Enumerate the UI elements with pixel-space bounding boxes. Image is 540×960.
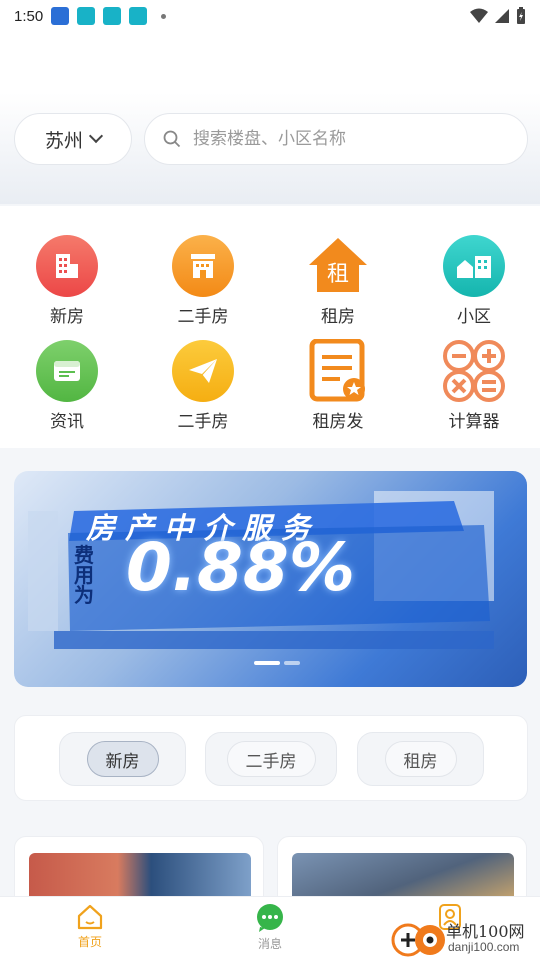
chat-icon [257,904,283,932]
tab-label: 新房 [86,741,159,777]
city-name: 苏州 [44,129,83,152]
banner-rate: 0.88% [126,529,355,606]
menu-item-new-house[interactable]: 新房 [7,234,127,327]
quick-menu: 新房 二手房 租 租房 小区 资讯 二手房 租房发 计算器 [0,206,540,448]
tab-label: 二手房 [226,741,316,777]
listing-tabs: 新房 二手房 租房 [14,715,528,801]
news-icon [36,340,98,402]
tab-second-hand[interactable]: 二手房 [205,732,337,786]
calculator-icon [442,339,506,403]
battery-icon [517,7,525,24]
notification-icon [129,7,148,25]
search-bar[interactable] [144,113,528,165]
rent-post-icon [306,339,370,403]
menu-item-second-hand[interactable]: 二手房 [143,234,263,327]
tab-new-house[interactable]: 新房 [59,732,186,786]
watermark: 单机100网 danji100.com [388,916,540,960]
rent-icon: 租 [306,234,370,298]
status-time: 1:50 [14,7,44,25]
send-icon [172,340,234,402]
menu-item-label: 二手房 [177,412,229,432]
svg-text:租: 租 [327,262,349,287]
menu-item-rent[interactable]: 租 租房 [278,234,398,327]
nav-messages[interactable]: 消息 [230,903,310,952]
tab-label: 租房 [384,741,457,777]
menu-item-label: 租房 [321,307,355,327]
menu-item-label: 二手房 [177,307,229,327]
watermark-url: danji100.com [448,940,520,954]
menu-item-community[interactable]: 小区 [414,234,534,327]
notification-icon [77,7,96,25]
promo-banner[interactable]: 房产中介服务 费用为 0.88% [14,471,527,687]
menu-item-second-hand-publish[interactable]: 二手房 [143,339,263,432]
notification-icon [103,7,122,25]
nav-label: 消息 [257,937,282,951]
home-icon [77,904,103,930]
watermark-text: 单机100网 [446,922,525,941]
tab-rent[interactable]: 租房 [357,732,484,786]
menu-item-label: 租房发 [312,412,364,432]
menu-item-label: 计算器 [448,412,500,432]
watermark-logo [391,923,445,957]
chevron-down-icon [88,128,104,144]
menu-item-label: 小区 [457,307,491,327]
building-icon [36,235,98,297]
menu-item-calculator[interactable]: 计算器 [414,339,534,432]
city-selector[interactable]: 苏州 [14,113,132,165]
more-notifications-icon [161,13,167,19]
nav-home[interactable]: 首页 [50,903,130,950]
menu-item-rent-publish[interactable]: 租房发 [278,339,398,432]
house-icon [172,235,234,297]
wifi-icon [470,8,488,23]
search-input[interactable] [193,129,493,149]
menu-item-label: 资讯 [50,412,84,432]
menu-item-label: 新房 [50,307,84,327]
banner-fee-label: 费用为 [74,543,94,607]
notification-icon [51,7,70,25]
search-icon [163,130,181,148]
community-icon [443,235,505,297]
signal-icon [495,9,509,23]
nav-label: 首页 [77,935,102,949]
status-bar: 1:50 [0,0,540,32]
menu-item-news[interactable]: 资讯 [7,339,127,432]
